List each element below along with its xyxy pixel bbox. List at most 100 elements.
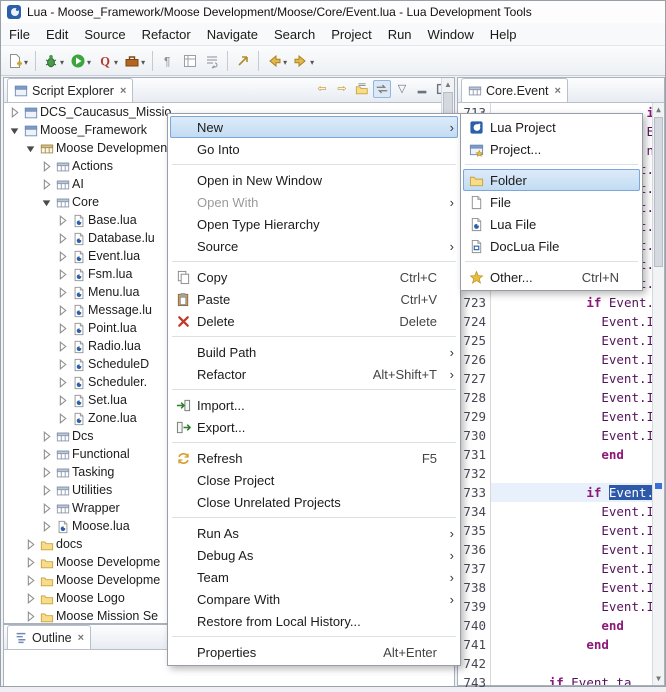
menu-refactor[interactable]: Refactor: [134, 25, 199, 44]
expand-arrow-icon[interactable]: [24, 592, 37, 605]
expand-arrow-icon[interactable]: [40, 430, 53, 443]
menu-help[interactable]: Help: [482, 25, 525, 44]
menu-item-copy[interactable]: CopyCtrl+C: [170, 266, 458, 288]
scroll-up-icon[interactable]: ▲: [442, 78, 454, 91]
editor-scrollbar[interactable]: ▲ ▼: [652, 103, 664, 685]
expand-arrow-icon[interactable]: [8, 106, 21, 119]
menu-window[interactable]: Window: [420, 25, 482, 44]
menu-item-source[interactable]: Source: [170, 235, 458, 257]
menu-item-close-unrelated-projects[interactable]: Close Unrelated Projects: [170, 491, 458, 513]
menu-item-team[interactable]: Team: [170, 566, 458, 588]
menu-source[interactable]: Source: [76, 25, 133, 44]
expand-arrow-icon[interactable]: [56, 250, 69, 263]
scroll-down-icon[interactable]: ▼: [653, 672, 664, 685]
chevron-down-icon[interactable]: [282, 52, 287, 70]
collapse-all-button[interactable]: [353, 80, 371, 98]
scroll-up-icon[interactable]: ▲: [653, 103, 664, 116]
expand-arrow-icon[interactable]: [56, 376, 69, 389]
menu-item-file[interactable]: File: [463, 191, 640, 213]
run-button[interactable]: [68, 49, 93, 73]
expand-arrow-icon[interactable]: [56, 412, 69, 425]
expand-arrow-icon[interactable]: [56, 286, 69, 299]
menu-item-refactor[interactable]: RefactorAlt+Shift+T: [170, 363, 458, 385]
menu-item-lua-project[interactable]: Lua Project: [463, 116, 640, 138]
back-button[interactable]: [264, 49, 289, 73]
menu-item-paste[interactable]: PasteCtrl+V: [170, 288, 458, 310]
tab-core-event[interactable]: Core.Event: [461, 78, 568, 102]
menu-item-build-path[interactable]: Build Path: [170, 341, 458, 363]
expand-arrow-icon[interactable]: [40, 484, 53, 497]
menu-file[interactable]: File: [1, 25, 38, 44]
menu-item-go-into[interactable]: Go Into: [170, 138, 458, 160]
expand-arrow-icon[interactable]: [24, 574, 37, 587]
expand-arrow-icon[interactable]: [56, 358, 69, 371]
menu-item-doclua-file[interactable]: DocLua File: [463, 235, 640, 257]
forward-button[interactable]: [291, 49, 316, 73]
menu-project[interactable]: Project: [323, 25, 379, 44]
collapse-arrow-icon[interactable]: [24, 142, 37, 155]
last-edit-location-button[interactable]: [233, 49, 253, 73]
external-tools-button[interactable]: [122, 49, 147, 73]
menu-item-delete[interactable]: DeleteDelete: [170, 310, 458, 332]
expand-arrow-icon[interactable]: [56, 340, 69, 353]
menu-run[interactable]: Run: [380, 25, 420, 44]
minimize-view-button[interactable]: [413, 80, 431, 98]
close-icon[interactable]: [555, 85, 561, 97]
menu-item-close-project[interactable]: Close Project: [170, 469, 458, 491]
menu-item-new[interactable]: New: [170, 116, 458, 138]
expand-arrow-icon[interactable]: [24, 538, 37, 551]
menu-navigate[interactable]: Navigate: [199, 25, 266, 44]
expand-arrow-icon[interactable]: [24, 610, 37, 623]
expand-arrow-icon[interactable]: [56, 232, 69, 245]
menu-item-folder[interactable]: Folder: [463, 169, 640, 191]
menu-item-open-in-new-window[interactable]: Open in New Window: [170, 169, 458, 191]
menu-item-lua-file[interactable]: Lua File: [463, 213, 640, 235]
expand-arrow-icon[interactable]: [40, 160, 53, 173]
coverage-button[interactable]: Q: [95, 49, 120, 73]
menu-item-properties[interactable]: PropertiesAlt+Enter: [170, 641, 458, 663]
show-whitespace-button[interactable]: [180, 49, 200, 73]
expand-arrow-icon[interactable]: [56, 322, 69, 335]
collapse-arrow-icon[interactable]: [40, 196, 53, 209]
expand-arrow-icon[interactable]: [40, 178, 53, 191]
expand-arrow-icon[interactable]: [56, 268, 69, 281]
view-menu-button[interactable]: ▽: [393, 80, 411, 98]
close-icon[interactable]: [120, 85, 126, 97]
menu-item-other[interactable]: Other...Ctrl+N: [463, 266, 640, 288]
expand-arrow-icon[interactable]: [40, 502, 53, 515]
chevron-down-icon[interactable]: [140, 52, 145, 70]
expand-arrow-icon[interactable]: [40, 466, 53, 479]
menu-item-refresh[interactable]: RefreshF5: [170, 447, 458, 469]
expand-arrow-icon[interactable]: [56, 214, 69, 227]
chevron-down-icon[interactable]: [23, 52, 28, 70]
chevron-down-icon[interactable]: [59, 52, 64, 70]
menu-item-open-with[interactable]: Open With: [170, 191, 458, 213]
editor-scroll-thumb[interactable]: [654, 117, 663, 267]
menu-item-compare-with[interactable]: Compare With: [170, 588, 458, 610]
tab-script-explorer[interactable]: Script Explorer: [7, 78, 133, 102]
new-wizard-button[interactable]: [5, 49, 30, 73]
forward-button[interactable]: ⇨: [333, 80, 351, 98]
expand-arrow-icon[interactable]: [24, 556, 37, 569]
expand-arrow-icon[interactable]: [40, 520, 53, 533]
menu-item-debug-as[interactable]: Debug As: [170, 544, 458, 566]
menu-item-open-type-hierarchy[interactable]: Open Type Hierarchy: [170, 213, 458, 235]
chevron-down-icon[interactable]: [309, 52, 314, 70]
chevron-down-icon[interactable]: [86, 52, 91, 70]
expand-arrow-icon[interactable]: [56, 304, 69, 317]
mark-occurrences-button[interactable]: ¶: [158, 49, 178, 73]
menu-edit[interactable]: Edit: [38, 25, 76, 44]
collapse-arrow-icon[interactable]: [8, 124, 21, 137]
word-wrap-button[interactable]: [202, 49, 222, 73]
menu-item-restore-from-local-history[interactable]: Restore from Local History...: [170, 610, 458, 632]
debug-button[interactable]: [41, 49, 66, 73]
tab-outline[interactable]: Outline: [7, 625, 91, 649]
expand-arrow-icon[interactable]: [56, 394, 69, 407]
link-with-editor-button[interactable]: [373, 80, 391, 98]
menu-item-run-as[interactable]: Run As: [170, 522, 458, 544]
expand-arrow-icon[interactable]: [40, 448, 53, 461]
menu-item-project[interactable]: Project...: [463, 138, 640, 160]
menu-item-import[interactable]: Import...: [170, 394, 458, 416]
close-icon[interactable]: [78, 632, 84, 644]
chevron-down-icon[interactable]: [113, 52, 118, 70]
